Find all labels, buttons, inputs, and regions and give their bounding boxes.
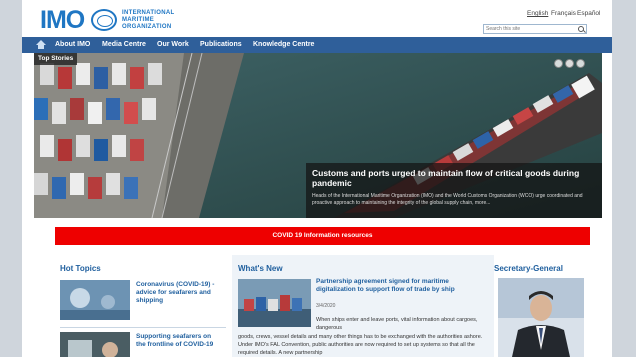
nav-our-work[interactable]: Our Work [157,41,189,48]
whats-new-body: When ships enter and leave ports, vital … [316,317,478,331]
page: IMO INTERNATIONAL MARITIME ORGANIZATION … [22,0,612,357]
lang-english[interactable]: English [527,10,548,17]
nav-about-imo[interactable]: About IMO [55,41,90,48]
imo-emblem-icon [91,9,117,31]
logo-org-name: INTERNATIONAL MARITIME ORGANIZATION [122,10,175,30]
search-box [483,24,587,34]
whats-new-date: 3/4/2020 [316,303,336,309]
slider-dot-2[interactable] [565,59,574,68]
main-nav: About IMO Media Centre Our Work Publicat… [22,37,612,53]
hot-topic-title-1[interactable]: Coronavirus (COVID-19) - advice for seaf… [136,281,220,305]
site-header: IMO INTERNATIONAL MARITIME ORGANIZATION … [22,0,612,37]
covid-resources-label: COVID 19 Information resources [272,232,373,239]
hero-description: Heads of the International Maritime Orga… [312,193,583,206]
slider-dot-1[interactable] [554,59,563,68]
whats-new-body-continued: goods, crews, vessel details and many ot… [238,334,483,356]
hot-topic-thumb-1[interactable] [60,280,130,320]
lang-francais[interactable]: Français [551,10,576,17]
hot-topic-thumb-2[interactable] [60,332,130,357]
nav-media-centre[interactable]: Media Centre [102,41,146,48]
hero-slider[interactable]: Top Stories Customs and ports urged to m… [34,53,602,218]
whats-new-heading: What's New [238,264,283,273]
hot-topics-heading: Hot Topics [60,264,101,273]
home-icon[interactable] [36,40,46,50]
hero-caption[interactable]: Customs and ports urged to maintain flow… [306,163,602,218]
covid-resources-button[interactable]: COVID 19 Information resources [55,227,590,245]
hot-topic-title-2[interactable]: Supporting seafarers on the frontline of… [136,333,220,349]
nav-publications[interactable]: Publications [200,41,242,48]
search-icon[interactable] [578,26,584,32]
hero-title[interactable]: Customs and ports urged to maintain flow… [312,168,598,188]
whats-new-title[interactable]: Partnership agreement signed for maritim… [316,278,481,293]
whats-new-thumb[interactable] [238,279,311,327]
secretary-general-heading: Secretary-General [494,264,563,273]
lang-espanol[interactable]: Español [577,10,601,17]
search-input[interactable] [486,25,574,33]
nav-knowledge-centre[interactable]: Knowledge Centre [253,41,314,48]
slider-controls [554,59,594,69]
logo-wordmark: IMO [40,6,85,34]
slider-dot-3[interactable] [576,59,585,68]
hot-topics-divider [60,327,226,328]
top-stories-badge: Top Stories [34,53,78,65]
secretary-general-photo[interactable] [498,278,584,357]
